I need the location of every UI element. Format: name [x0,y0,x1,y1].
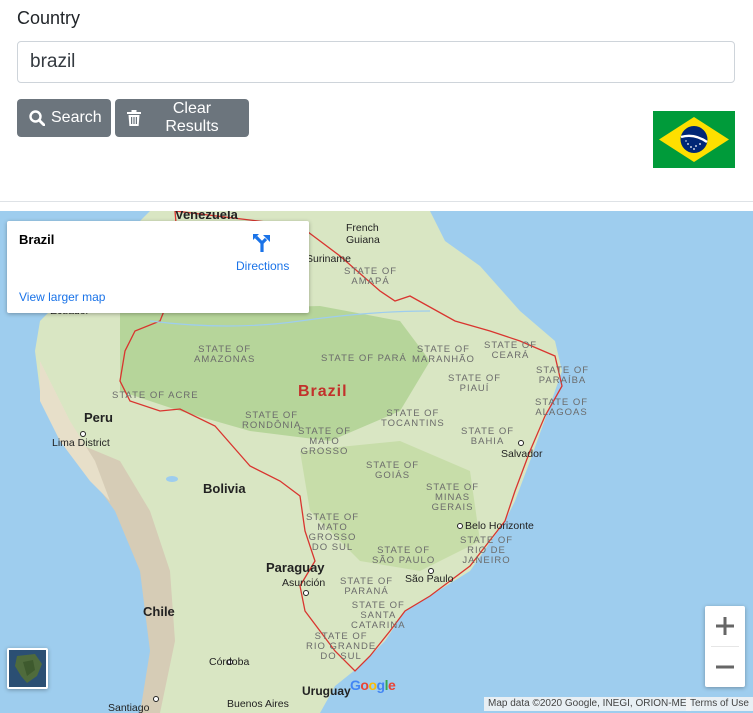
map-label-brazil: Brazil [298,383,348,400]
map-label-french-guiana: French Guiana [346,222,380,246]
city-label-sao-paulo: São Paulo [405,573,454,585]
state-label-amapa: STATE OF AMAPÁ [344,266,398,287]
state-label-rio-grande-do-sul: STATE OF RIO GRANDE DO SUL [306,631,377,662]
google-logo: Google [350,677,396,693]
place-title: Brazil [19,232,55,247]
zoom-control [705,606,745,687]
city-label-santiago: Santiago [108,702,150,713]
state-label-amazonas: STATE OF AMAZONAS [194,344,256,365]
state-label-maranhao: STATE OF MARANHÃO [412,344,475,365]
satellite-thumbnail-icon [9,650,46,687]
clear-results-button[interactable]: Clear Results [115,99,249,137]
map-label-paraguay: Paraguay [266,560,325,575]
minus-icon [716,665,734,669]
zoom-in-button[interactable] [705,606,745,646]
city-dot [518,440,524,446]
country-label: Country [17,8,81,28]
state-label-parana: STATE OF PARANÁ [340,576,394,597]
city-label-asuncion: Asunción [282,577,326,589]
state-label-mato-grosso-do-sul: STATE OF MATO GROSSO DO SUL [306,512,360,553]
city-label-salvador: Salvador [501,448,543,460]
clear-results-label: Clear Results [165,100,219,135]
state-label-bahia: STATE OF BAHIA [461,426,515,447]
search-button[interactable]: Search [17,99,111,137]
state-label-tocantins: STATE OF TOCANTINS [381,408,445,429]
state-label-rondonia: STATE OF RONDÔNIA [242,410,302,431]
state-label-sao-paulo: STATE OF SÃO PAULO [372,545,436,566]
map-label-uruguay: Uruguay [302,684,351,698]
state-label-paraiba: STATE OF PARAÍBA [536,365,590,386]
state-label-mato-grosso: STATE OF MATO GROSSO [298,426,352,457]
city-label-lima: Lima District [52,437,110,449]
place-info-card: Brazil Directions View larger map [7,221,309,313]
state-label-para: STATE OF PARÁ [321,353,407,364]
directions-icon[interactable] [252,233,272,253]
search-icon [29,110,45,126]
city-label-belo-horizonte: Belo Horizonte [465,520,534,532]
brazil-flag-image [653,111,735,168]
city-dot [457,523,463,529]
map-label-chile: Chile [143,604,175,619]
search-button-label: Search [51,109,102,126]
city-dot [153,696,159,702]
state-label-ceara: STATE OF CEARÁ [484,340,538,361]
map-attribution: Map data ©2020 Google, INEGI, ORION-ME [484,697,691,711]
zoom-out-button[interactable] [705,647,745,687]
terms-of-use-link[interactable]: Terms of Use [686,697,753,711]
country-input[interactable] [17,41,735,83]
state-label-santa-catarina: STATE OF SANTA CATARINA [351,600,406,631]
plus-icon [716,617,734,635]
satellite-view-toggle[interactable] [7,648,48,689]
map-label-suriname: Suriname [306,253,351,265]
state-label-acre: STATE OF ACRE [112,390,199,401]
map-embed[interactable]: Venezuela FrenchGuiana Suriname Ecuador … [0,211,753,713]
state-label-alagoas: STATE OF ALAGOAS [535,397,589,418]
directions-link[interactable]: Directions [236,259,289,273]
view-larger-map-link[interactable]: View larger map [19,290,105,304]
map-label-bolivia: Bolivia [203,481,246,496]
city-dot [303,590,309,596]
state-label-goias: STATE OF GOIÁS [366,460,420,481]
city-label-cordoba: Córdoba [209,656,250,668]
section-divider [0,201,753,202]
state-label-rio-de-janeiro: STATE OF RIO DE JANEIRO [460,535,514,566]
trash-icon [127,110,141,126]
state-label-piaui: STATE OF PIAUÍ [448,373,502,394]
state-label-minas-gerais: STATE OF MINAS GERAIS [426,482,480,513]
map-label-peru: Peru [84,410,113,425]
city-label-buenos-aires: Buenos Aires [227,698,289,710]
